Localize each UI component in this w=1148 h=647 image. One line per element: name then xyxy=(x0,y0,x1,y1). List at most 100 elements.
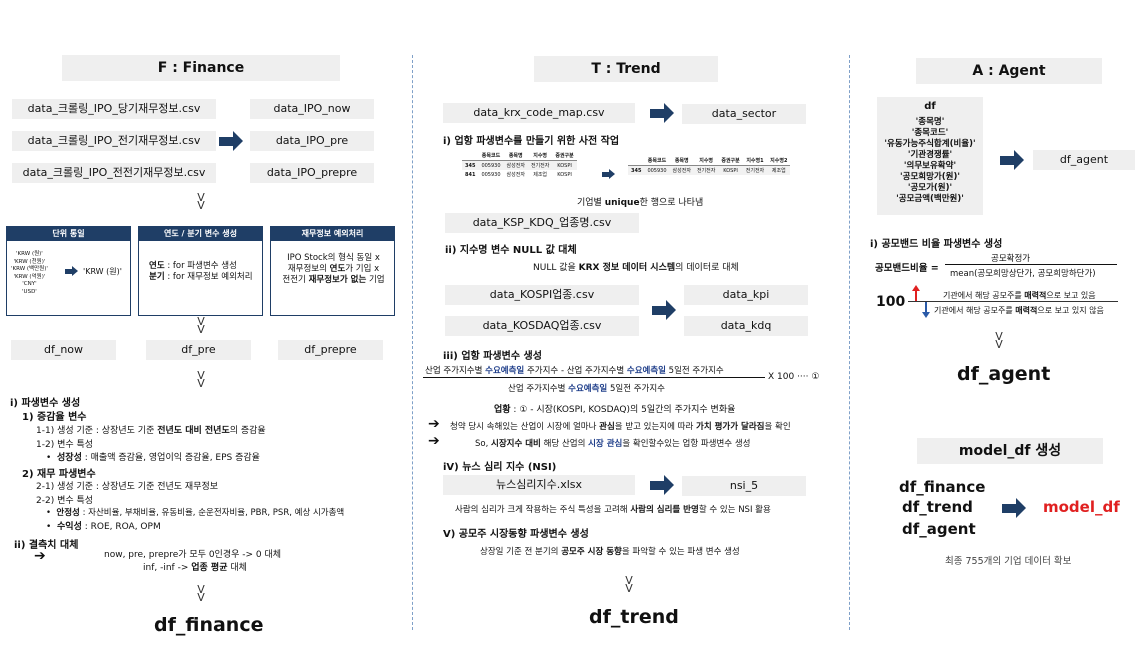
df-finance-result: df_finance xyxy=(154,614,264,636)
agent-col-5: '공모희망가(원)' xyxy=(900,172,960,182)
year-box-title: 연도 / 분기 변수 생성 xyxy=(138,226,263,241)
agent-col-3: '기관경쟁률' xyxy=(907,150,953,160)
trend-formula-denominator: 산업 주가지수별 수요예측일 5일전 주가지수 xyxy=(508,384,665,394)
nsi-5: nsi_5 xyxy=(682,476,806,496)
agent-formula-num: 공모확정가 xyxy=(991,254,1031,264)
finance-s1-1-1: 1-1) 생성 기준 : 상장년도 기준 전년도 대비 전년도의 증감율 xyxy=(36,426,266,436)
finance-down-3: VV xyxy=(197,369,205,390)
trend-table-before: 종목코드 종목명 지수명 증권구분 345 005930 삼성전자 전기전자 KOSPI 84… xyxy=(462,151,577,179)
agent-up-shaft xyxy=(915,290,917,301)
exception-box-title: 재무정보 예외처리 xyxy=(270,226,395,241)
finance-s1: i) 파생변수 생성 xyxy=(10,398,81,409)
quarter-line: 분기 : for 재무정보 예외처리 xyxy=(149,272,253,282)
finance-s1-2-2-bullet-a: • 안정성 : 자산비율, 부채비율, 유동비율, 순운전자비율, PBR, P… xyxy=(46,508,345,518)
trend-upjong-def: 업황 : ① - 시장(KOSPI, KOSDAQ)의 5일간의 주가지수 변화… xyxy=(494,405,736,415)
agent-col-4: '의무보유확약' xyxy=(903,161,957,171)
finance-s1-1: 1) 증감율 변수 xyxy=(22,412,87,423)
unit-list: 'KRW (원)' 'KRW (천원)' 'KRW (백만원)' 'KRW (억… xyxy=(11,251,48,295)
exception-box: IPO Stock의 형식 동일 x 재무정보의 연도가 기입 x 전전기 재무… xyxy=(270,241,395,316)
finance-s2-line1: now, pre, prepre가 모두 0인경우 -> 0 대체 xyxy=(104,550,282,560)
trend-formula-line xyxy=(423,377,765,378)
agent-baseline xyxy=(908,301,1118,302)
trend-s5-desc: 상장일 기준 전 분기의 공모주 시장 동향을 파악할 수 있는 파생 변수 생… xyxy=(480,547,740,557)
agent-formula-lhs: 공모밴드비율 = xyxy=(875,263,939,274)
year-box: 연도 : for 파생변수 생성 분기 : for 재무정보 예외처리 xyxy=(138,241,263,316)
agent-down: VV xyxy=(995,330,1003,351)
trend-arrow-2: ➔ xyxy=(428,433,440,449)
finance-file-preprevious: data_크롤링_IPO_전전기재무정보.csv xyxy=(12,163,216,183)
model-header: model_df 생성 xyxy=(917,438,1103,464)
finance-header: F : Finance xyxy=(62,55,340,81)
unit-result: 'KRW (원)' xyxy=(83,267,122,276)
agent-col-0: '종목명' xyxy=(915,117,945,127)
finance-down-4: VV xyxy=(197,583,205,604)
data-ipo-now: data_IPO_now xyxy=(250,99,374,119)
finance-s2-arrow: ➔ xyxy=(34,548,46,564)
trend-s2: ii) 지수명 변수 NULL 값 대체 xyxy=(445,245,577,256)
agent-s1: i) 공모밴드 비율 파생변수 생성 xyxy=(870,239,1003,250)
agent-formula-den: mean(공모희망상단가, 공모희망하단가) xyxy=(950,269,1096,279)
data-kpi: data_kpi xyxy=(684,285,808,305)
model-input-trend: df_trend xyxy=(902,498,973,516)
model-arrow xyxy=(1002,498,1026,518)
nsi-arrow xyxy=(650,475,674,495)
data-kdq: data_kdq xyxy=(684,316,808,336)
divider-trend-agent xyxy=(849,55,850,630)
trend-formula-numerator: 산업 주가지수별 수요예측일 주가지수 - 산업 주가지수별 수요예측일 5일전… xyxy=(425,366,724,376)
trend-s5: V) 공모주 시장동향 파생변수 생성 xyxy=(443,529,589,540)
agent-col-2: '유동가능주식합계(비율)' xyxy=(884,139,976,149)
kospi-kosdaq-arrow xyxy=(652,300,676,320)
finance-s1-1-2: 1-2) 변수 특성 xyxy=(36,440,94,450)
df-now: df_now xyxy=(11,340,116,360)
df-prepre: df_prepre xyxy=(278,340,383,360)
model-input-finance: df_finance xyxy=(899,478,986,496)
data-sector: data_sector xyxy=(682,104,806,124)
nsi-desc: 사람의 심리가 크게 작용하는 주식 특성을 고려해 사람의 심리를 반영할 수… xyxy=(455,505,771,515)
trend-arrow-2-text: So, 시장지수 대비 해당 산업의 시장 관심을 확인할수있는 업항 파생변수… xyxy=(475,439,751,449)
krx-code-map-file: data_krx_code_map.csv xyxy=(443,103,635,123)
finance-down-1: VV xyxy=(197,191,205,212)
model-input-agent: df_agent xyxy=(902,520,976,538)
agent-formula-line xyxy=(945,264,1117,265)
trend-arrow-1: ➔ xyxy=(428,416,440,432)
agent-header: A : Agent xyxy=(916,58,1102,84)
trend-s3: iii) 업항 파생변수 생성 xyxy=(443,351,542,362)
agent-up-text: 기관에서 해당 공모주를 매력적으로 보고 있음 xyxy=(943,291,1096,300)
agent-df-label: df xyxy=(924,101,936,112)
df-agent-box: df_agent xyxy=(1033,150,1135,170)
df-pre: df_pre xyxy=(146,340,251,360)
finance-file-current: data_크롤링_IPO_당기재무정보.csv xyxy=(12,99,216,119)
finance-s2: ii) 결측치 대체 xyxy=(14,540,79,551)
agent-down-text: 기관에서 해당 공모주를 매력적으로 보고 있지 않음 xyxy=(934,306,1104,315)
kospi-file: data_KOSPI업종.csv xyxy=(445,285,639,305)
agent-hundred: 100 xyxy=(876,294,906,310)
finance-file-previous: data_크롤링_IPO_전기재무정보.csv xyxy=(12,131,216,151)
finance-s1-2-2-bullet-b: • 수익성 : ROE, ROA, OPM xyxy=(46,522,161,532)
agent-df-box: df '종목명' '종목코드' '유동가능주식합계(비율)' '기관경쟁률' '… xyxy=(877,97,983,215)
trend-s4: iV) 뉴스 심리 지수 (NSI) xyxy=(443,462,557,473)
trend-table-arrow xyxy=(602,169,615,179)
exc-line-3: 전전기 재무정보가 없는 기업 xyxy=(282,275,385,285)
agent-down-arrow xyxy=(922,312,930,318)
trend-s2-desc: NULL 값을 KRX 정보 데이터 시스템의 데이터로 대체 xyxy=(533,263,739,273)
agent-col-6: '공모가(원)' xyxy=(907,183,953,193)
nsi-file: 뉴스심리지수.xlsx xyxy=(443,475,635,495)
kosdaq-file: data_KOSDAQ업종.csv xyxy=(445,316,639,336)
unit-box-title: 단위 통일 xyxy=(6,226,131,241)
unit-box: 'KRW (원)' 'KRW (천원)' 'KRW (백만원)' 'KRW (억… xyxy=(6,241,131,316)
agent-col-7: '공모금액(백만원)' xyxy=(896,194,964,204)
trend-down: VV xyxy=(625,574,633,595)
divider-finance-trend xyxy=(412,55,413,630)
exc-line-1: IPO Stock의 형식 동일 x xyxy=(287,253,380,263)
agent-arrow xyxy=(1000,150,1024,170)
model-note: 최종 755개의 기업 데이터 확보 xyxy=(945,556,1072,567)
trend-table-after: 종목코드 종목명 지수명 증권구분 지수명1 지수명2 345 005930 삼성전자 전기전자… xyxy=(628,156,791,175)
finance-files-arrow xyxy=(219,131,243,151)
year-line: 연도 : for 파생변수 생성 xyxy=(149,261,237,271)
trend-arrow-1-text: 청약 당시 속해있는 산업이 시장에 얼마나 관심을 받고 있는지에 따라 가치… xyxy=(450,422,791,432)
finance-down-2: VV xyxy=(197,315,205,336)
trend-s1: i) 업항 파생변수를 만들기 위한 사전 작업 xyxy=(443,136,620,147)
finance-s1-1-2-bullet: • 성장성 : 매출액 증감율, 영업이익 증감율, EPS 증감율 xyxy=(46,453,260,463)
finance-s1-2-2: 2-2) 변수 특성 xyxy=(36,496,94,506)
trend-header: T : Trend xyxy=(534,56,718,82)
